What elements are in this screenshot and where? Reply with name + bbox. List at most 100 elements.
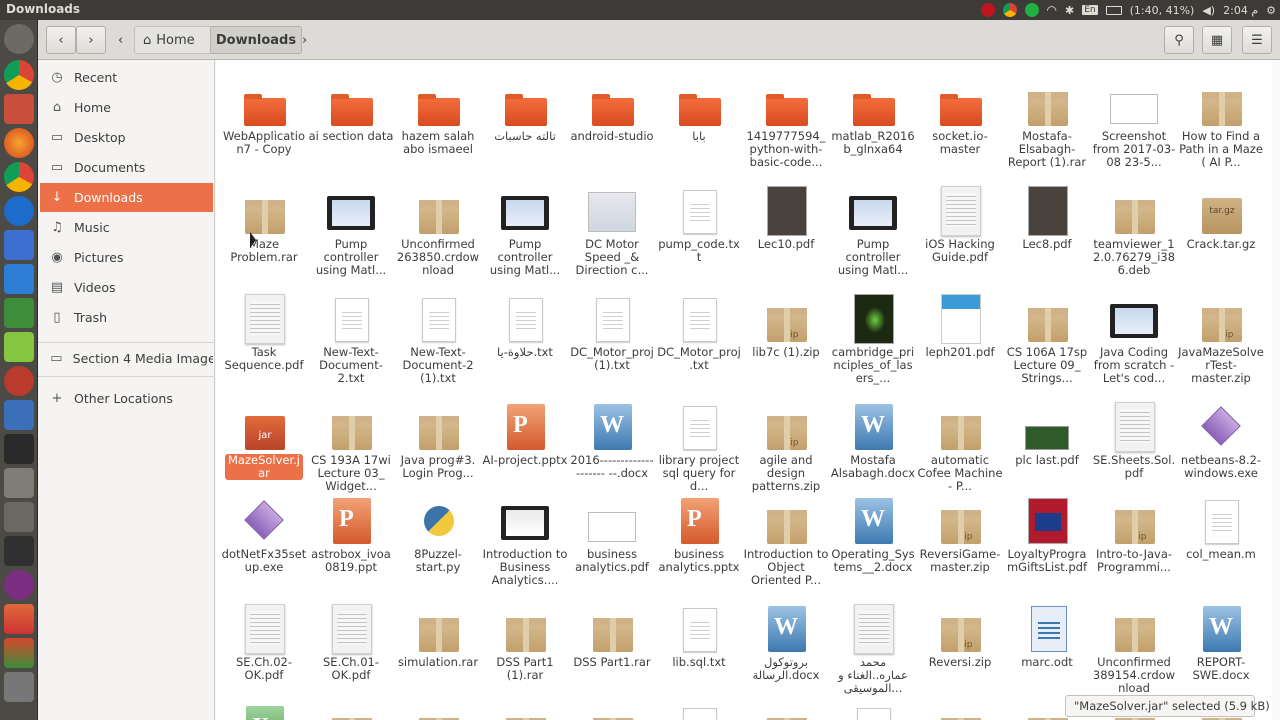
calc-icon[interactable] <box>4 502 34 532</box>
file-item[interactable]: 8Puzzel-start.py <box>393 486 483 574</box>
breadcrumb-left-arrow[interactable]: ‹ <box>118 26 132 54</box>
file-item[interactable]: col_mean.m <box>1176 486 1266 561</box>
clapper-icon[interactable] <box>4 536 34 566</box>
sidebar-item-recent[interactable]: ◷ Recent <box>40 63 213 92</box>
sidebar-item-desktop[interactable]: ▭ Desktop <box>40 123 213 152</box>
file-item[interactable]: Pastrobox_ivoa0819.ppt <box>306 486 396 574</box>
file-item-partial[interactable] <box>567 694 657 720</box>
file-item[interactable]: netbeans-8.2-windows.exe <box>1176 392 1266 480</box>
browser-icon[interactable] <box>4 230 34 260</box>
file-item[interactable]: socket.io-master <box>915 68 1005 156</box>
file-item[interactable]: MazeSolver.jar <box>219 392 309 480</box>
file-item[interactable]: ai section data <box>306 68 396 143</box>
file-item-partial[interactable] <box>915 694 1005 720</box>
file-item[interactable]: Maze Problem.rar <box>219 176 309 264</box>
file-item-partial[interactable] <box>741 694 831 720</box>
file-item[interactable]: Screenshot from 2017-03-08 23-5... <box>1089 68 1179 169</box>
sidebar-item-downloads[interactable]: ↓ Downloads <box>40 183 213 212</box>
file-item[interactable]: dotNetFx35setup.exe <box>219 486 309 574</box>
file-item[interactable]: library project sql query for d... <box>654 392 744 493</box>
file-item[interactable]: SE.Sheets.Sol.pdf <box>1089 392 1179 480</box>
file-item[interactable]: zip JavaMazeSolverTest-master.zip <box>1176 284 1266 385</box>
file-item[interactable]: business analytics.pdf <box>567 486 657 574</box>
view-toggle-button[interactable]: ▦ <box>1202 26 1232 54</box>
file-item[interactable]: W Mostafa Alsabagh.docx <box>828 392 918 480</box>
trash-launcher-icon[interactable] <box>4 672 34 702</box>
chrome-launcher-icon[interactable] <box>4 60 34 90</box>
file-item[interactable]: Lec10.pdf <box>741 176 831 251</box>
file-item[interactable]: zip lib7c (1).zip <box>741 284 831 359</box>
file-item-partial[interactable]: X <box>219 694 309 720</box>
file-item[interactable]: plc last.pdf <box>1002 392 1092 467</box>
sidebar-item-home[interactable]: ⌂ Home <box>40 93 213 122</box>
chrome-icon[interactable] <box>1002 3 1017 17</box>
file-item[interactable]: cambridge_principles_of_lasers_... <box>828 284 918 385</box>
sidebar-item-documents[interactable]: ▭ Documents <box>40 153 213 182</box>
breadcrumb-downloads[interactable]: Downloads <box>210 26 302 54</box>
file-item[interactable]: حلاوة-يا.txt <box>480 284 570 359</box>
file-item[interactable]: Unconfirmed 389154.crdownload <box>1089 594 1179 695</box>
file-item[interactable]: lib.sql.txt <box>654 594 744 669</box>
wifi-icon[interactable]: ◠ <box>1047 3 1057 17</box>
clock[interactable]: 2:04 م <box>1223 4 1258 17</box>
file-item[interactable]: Task Sequence.pdf <box>219 284 309 372</box>
green-app-launcher-icon[interactable] <box>4 332 34 362</box>
file-item[interactable]: DSS Part1.rar <box>567 594 657 669</box>
file-item[interactable]: 1419777594_python-with-basic-code... <box>741 68 831 169</box>
file-item[interactable]: simulation.rar <box>393 594 483 669</box>
volume-icon[interactable]: ◀) <box>1202 4 1215 17</box>
file-item[interactable]: Pump controller using Matl... <box>828 176 918 277</box>
file-item[interactable]: LoyaltyProgramGiftsList.pdf <box>1002 486 1092 574</box>
teamviewer-icon[interactable] <box>4 196 34 226</box>
file-item[interactable]: zip ReversiGame-master.zip <box>915 486 1005 574</box>
file-item-partial[interactable] <box>828 694 918 720</box>
sidebar-item-trash[interactable]: ▯ Trash <box>40 303 213 332</box>
menu-button[interactable]: ☰ <box>1242 26 1272 54</box>
file-item[interactable]: pump_code.txt <box>654 176 744 264</box>
file-item[interactable]: leph201.pdf <box>915 284 1005 359</box>
file-item-partial[interactable] <box>654 694 744 720</box>
file-item[interactable]: New-Text-Document-2 (1).txt <box>393 284 483 385</box>
file-item[interactable]: Pbusiness analytics.pptx <box>654 486 744 574</box>
monitor-icon[interactable] <box>4 264 34 294</box>
media-icon[interactable] <box>4 570 34 600</box>
dash-icon[interactable] <box>4 24 34 54</box>
file-item[interactable]: W بروتوكول الرسالة.docx <box>741 594 831 682</box>
stack-icon-2[interactable] <box>4 638 34 668</box>
file-item[interactable]: hazem salah abo ismaeel <box>393 68 483 156</box>
gear-icon[interactable]: ⚙ <box>1266 4 1276 17</box>
forward-button[interactable]: › <box>76 26 106 54</box>
file-item[interactable]: zip Reversi.zip <box>915 594 1005 669</box>
file-item[interactable]: DC_Motor_proj (1).txt <box>567 284 657 372</box>
file-item[interactable]: Unconfirmed 263850.crdownload <box>393 176 483 277</box>
sidebar-item-videos[interactable]: ▤ Videos <box>40 273 213 302</box>
file-item[interactable]: W Operating_Systems__2.docx <box>828 486 918 574</box>
file-item[interactable]: CS 193A 17wi Lecture 03_ Widget... <box>306 392 396 493</box>
file-item[interactable]: محمد عماره..الغناء و الموسيقى... <box>828 594 918 695</box>
file-item[interactable]: New-Text-Document-2.txt <box>306 284 396 385</box>
file-item[interactable]: CS 106A 17sp Lecture 09_ Strings... <box>1002 284 1092 385</box>
sidebar-item-music[interactable]: ♫ Music <box>40 213 213 242</box>
file-item[interactable]: Mostafa-Elsabagh-Report (1).rar <box>1002 68 1092 169</box>
bluetooth-icon[interactable]: ✱ <box>1065 4 1074 17</box>
file-item[interactable]: WebApplication7 - Copy <box>219 68 309 156</box>
battery-icon[interactable] <box>1105 5 1122 15</box>
file-item-partial[interactable] <box>306 694 396 720</box>
file-item[interactable]: DC Motor Speed _& Direction c... <box>567 176 657 277</box>
file-item[interactable]: Pump controller using Matl... <box>306 176 396 277</box>
file-item[interactable]: Introduction to Object Oriented P... <box>741 486 831 587</box>
back-button[interactable]: ‹ <box>46 26 76 54</box>
file-item[interactable]: How to Find a Path in a Maze ( AI P... <box>1176 68 1266 169</box>
stack-icon[interactable] <box>4 604 34 634</box>
file-item[interactable]: Java Coding from scratch - Let's cod... <box>1089 284 1179 385</box>
file-item[interactable]: Pump controller using Matl... <box>480 176 570 277</box>
sidebar-item-pictures[interactable]: ◉ Pictures <box>40 243 213 272</box>
red-app-icon[interactable] <box>980 3 995 17</box>
file-item[interactable]: matlab_R2016b_glnxa64 <box>828 68 918 156</box>
keyboard-layout[interactable]: En <box>1082 5 1098 15</box>
file-item[interactable]: W 2016-------------------- --.docx <box>567 392 657 480</box>
file-item[interactable]: Lec8.pdf <box>1002 176 1092 251</box>
green-app-icon[interactable] <box>1024 3 1039 17</box>
file-item[interactable]: P AI-project.pptx <box>480 392 570 467</box>
sidebar-item-device[interactable]: ▭ Section 4 Media Image... <box>40 344 213 373</box>
